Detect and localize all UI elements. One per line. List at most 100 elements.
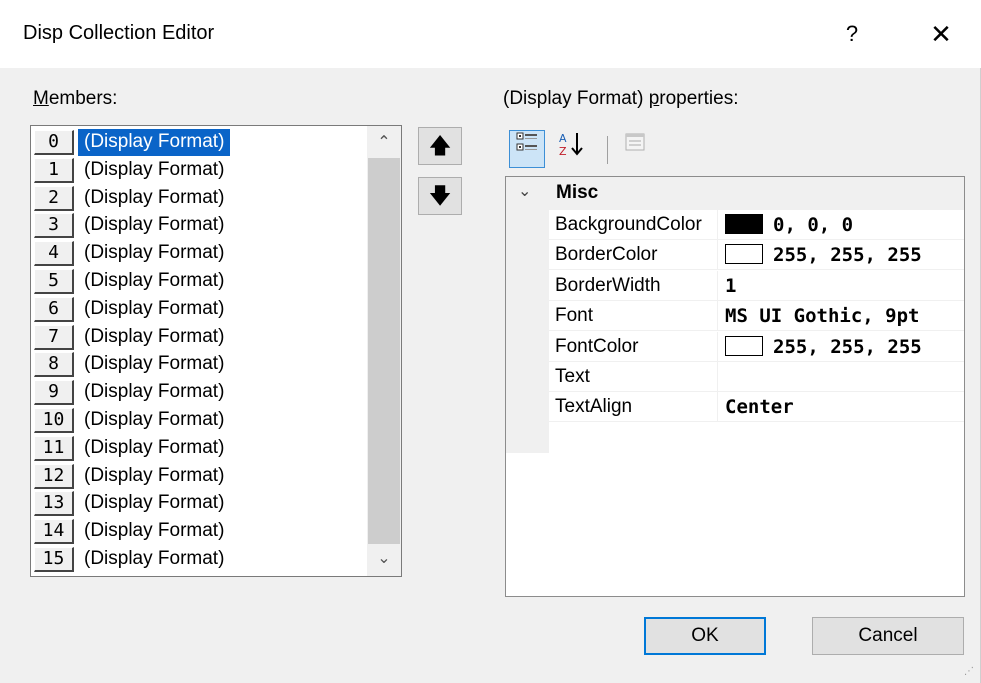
list-item-index: 6: [34, 296, 74, 322]
list-item[interactable]: 4 (Display Format): [34, 240, 366, 267]
ok-button[interactable]: OK: [644, 617, 766, 655]
toolbar-separator: [607, 136, 608, 164]
property-row[interactable]: Text: [549, 362, 964, 392]
svg-text:Z: Z: [559, 145, 567, 158]
list-item-label: (Display Format): [84, 297, 225, 319]
collapse-chevron-icon[interactable]: ⌄: [518, 181, 531, 201]
list-item[interactable]: 6 (Display Format): [34, 296, 366, 323]
grid-left-margin: [506, 210, 549, 453]
categorized-button[interactable]: [509, 130, 545, 168]
property-row[interactable]: BorderWidth 1: [549, 270, 964, 301]
property-value[interactable]: 255, 255, 255: [725, 334, 922, 360]
property-name: BorderWidth: [555, 274, 661, 296]
list-item[interactable]: 7 (Display Format): [34, 324, 366, 351]
column-divider[interactable]: [717, 331, 718, 362]
property-name: FontColor: [555, 335, 639, 357]
list-item[interactable]: 11 (Display Format): [34, 435, 366, 462]
dialog-title: Disp Collection Editor: [23, 22, 215, 44]
column-divider[interactable]: [717, 301, 718, 332]
arrow-down-icon: 🡇: [428, 183, 452, 208]
list-item-label: (Display Format): [84, 381, 225, 403]
property-pages-icon: [625, 133, 645, 151]
property-value-text: 1: [725, 274, 737, 297]
help-button[interactable]: ?: [832, 14, 872, 54]
column-divider[interactable]: [717, 270, 718, 301]
column-divider[interactable]: [717, 392, 718, 423]
property-value-text: 255, 255, 255: [773, 244, 922, 267]
color-swatch: [725, 335, 763, 356]
categorized-icon: [516, 132, 537, 151]
category-row-misc[interactable]: ⌄ Misc: [506, 177, 964, 210]
property-grid[interactable]: ⌄ Misc BackgroundColor 0, 0, 0 BorderColor…: [505, 176, 965, 597]
category-title: Misc: [556, 182, 599, 203]
property-name: Text: [555, 366, 590, 387]
color-swatch: [725, 214, 763, 234]
property-value[interactable]: 255, 255, 255: [725, 242, 922, 268]
list-item-label: (Display Format): [84, 464, 225, 486]
property-row[interactable]: Font MS UI Gothic, 9pt: [549, 301, 964, 332]
color-swatch: [725, 244, 763, 265]
scroll-up-arrow-icon[interactable]: ⌃: [367, 128, 401, 158]
list-item[interactable]: 3 (Display Format): [34, 212, 366, 239]
scroll-thumb[interactable]: [368, 158, 400, 544]
members-scrollbar[interactable]: ⌃ ⌄: [367, 126, 401, 576]
properties-label: (Display Format) properties:: [503, 88, 738, 110]
list-item-label: (Display Format): [84, 214, 225, 236]
property-row[interactable]: FontColor 255, 255, 255: [549, 331, 964, 362]
list-item[interactable]: 0 (Display Format): [34, 129, 366, 156]
column-divider[interactable]: [717, 362, 718, 392]
move-up-button[interactable]: 🡅: [418, 127, 462, 165]
list-item-index: 7: [34, 324, 74, 350]
list-item-index: 8: [34, 352, 74, 378]
properties-label-accelerator: p: [648, 88, 660, 109]
list-item-label: (Display Format): [84, 186, 225, 208]
column-divider[interactable]: [717, 210, 718, 240]
close-button[interactable]: ✕: [918, 14, 964, 54]
column-divider[interactable]: [717, 240, 718, 271]
property-value-text: Center: [725, 396, 794, 419]
property-name: Font: [555, 305, 594, 327]
list-item[interactable]: 9 (Display Format): [34, 379, 366, 406]
property-row[interactable]: BorderColor 255, 255, 255: [549, 240, 964, 271]
property-name: BorderColor: [555, 244, 658, 266]
list-item[interactable]: 2 (Display Format): [34, 185, 366, 212]
property-grid-toolbar: A Z: [505, 128, 965, 172]
list-item[interactable]: 5 (Display Format): [34, 268, 366, 295]
list-item[interactable]: 8 (Display Format): [34, 351, 366, 378]
move-down-button[interactable]: 🡇: [418, 177, 462, 215]
list-item-index: 3: [34, 213, 74, 239]
title-bar: Disp Collection Editor ? ✕: [0, 0, 981, 68]
cancel-button[interactable]: Cancel: [812, 617, 964, 655]
members-listbox[interactable]: ⌃ ⌄ 0 (Display Format) 1 (Display Format) 2(…: [30, 125, 402, 577]
properties-label-prefix: (Display Format): [503, 88, 649, 109]
list-item-index: 12: [34, 463, 74, 489]
list-item[interactable]: 1 (Display Format): [34, 157, 366, 184]
list-item-index: 14: [34, 519, 74, 545]
alphabetical-sort-icon: A Z: [559, 132, 583, 158]
list-item-index: 4: [34, 241, 74, 267]
list-item[interactable]: 15 (Display Format): [34, 546, 366, 573]
property-value[interactable]: 0, 0, 0: [725, 212, 853, 238]
property-row[interactable]: TextAlign Center: [549, 392, 964, 423]
members-label-text: embers:: [48, 88, 118, 109]
list-item[interactable]: 14 (Display Format): [34, 518, 366, 545]
list-item-label: (Display Format): [84, 353, 225, 375]
property-value-text: 0, 0, 0: [773, 214, 854, 236]
members-label-accelerator: M: [33, 88, 49, 109]
property-row[interactable]: BackgroundColor 0, 0, 0: [549, 210, 964, 240]
resize-grip-icon[interactable]: ⋰: [964, 666, 974, 677]
list-item-label: (Display Format): [84, 436, 225, 458]
property-value[interactable]: Center: [725, 394, 794, 420]
property-name: TextAlign: [555, 396, 633, 418]
property-value[interactable]: 1: [725, 273, 736, 299]
property-value-text: 255, 255, 255: [773, 335, 922, 358]
list-item[interactable]: 12 (Display Format): [34, 463, 366, 490]
list-item-index: 9: [34, 380, 74, 406]
list-item[interactable]: 13 (Display Format): [34, 490, 366, 517]
property-value[interactable]: MS UI Gothic, 9pt: [725, 303, 919, 329]
scroll-down-arrow-icon[interactable]: ⌄: [367, 544, 401, 574]
property-pages-button[interactable]: [617, 130, 653, 168]
list-item[interactable]: 10 (Display Format): [34, 407, 366, 434]
list-item-label: (Display Format): [84, 548, 225, 569]
alphabetical-button[interactable]: A Z: [553, 130, 589, 168]
